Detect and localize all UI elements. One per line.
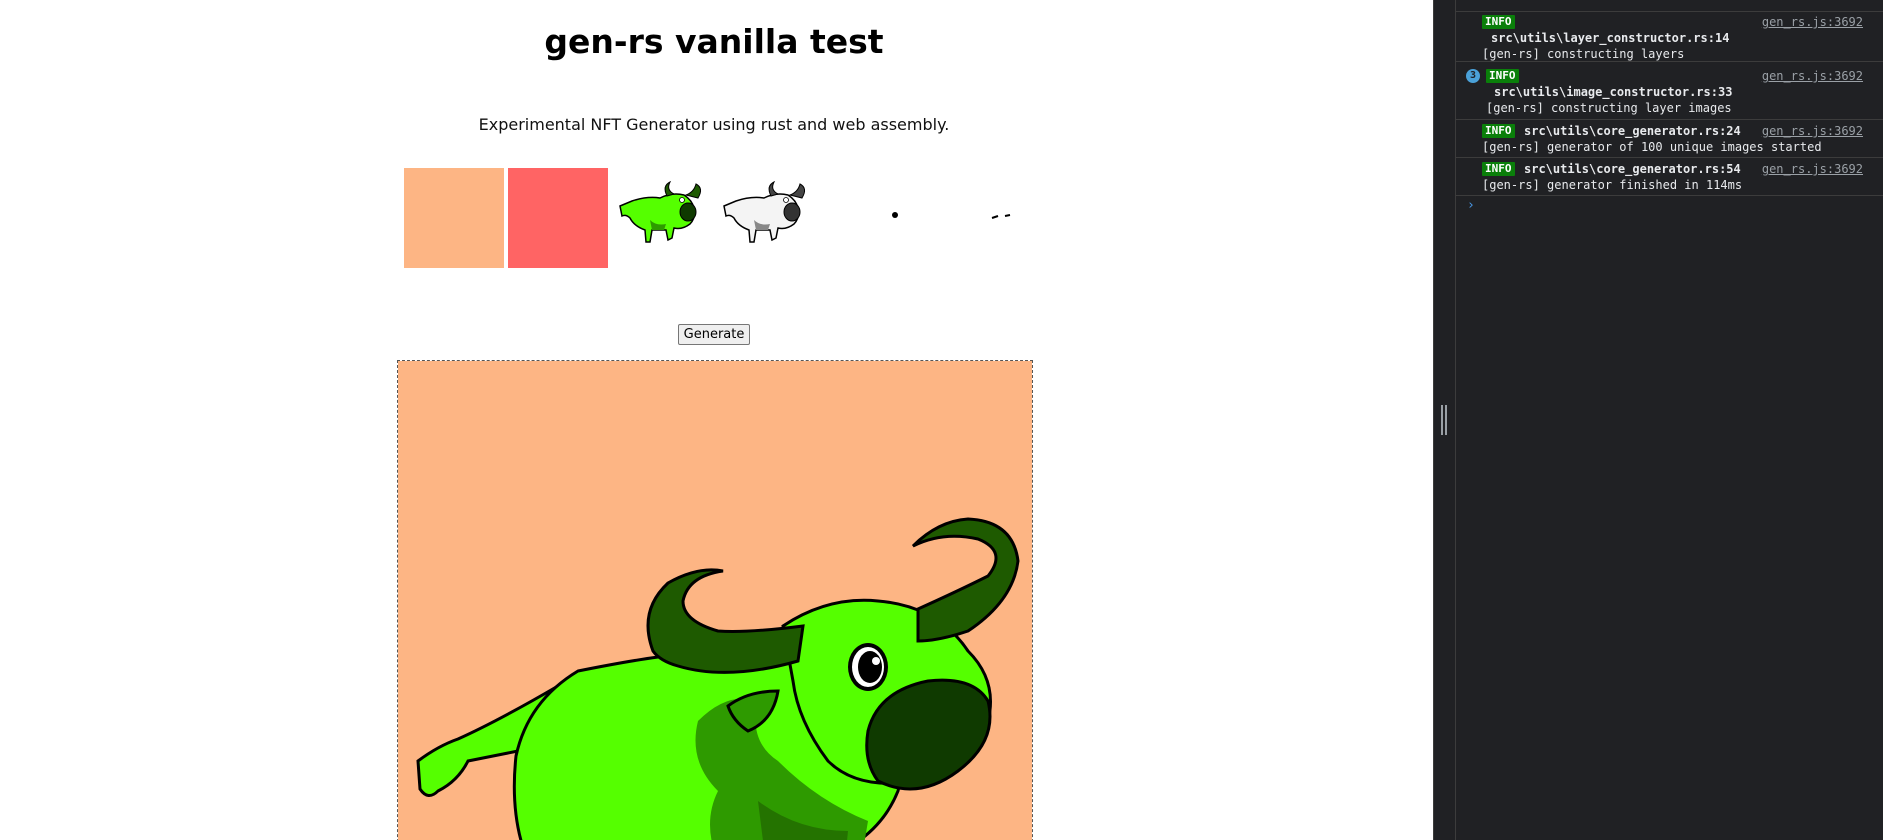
log-level-badge: INFO	[1486, 69, 1519, 83]
layer-green-bull	[612, 168, 712, 268]
repeat-count-badge: 3	[1466, 69, 1480, 83]
log-level-badge: INFO	[1482, 15, 1515, 29]
splitter-handle[interactable]	[1441, 405, 1447, 435]
log-source: src\utils\layer_constructor.rs:14	[1491, 31, 1730, 45]
generated-nft-preview	[397, 360, 1033, 840]
source-link[interactable]: gen_rs.js:3692	[1762, 162, 1863, 176]
page-subtitle: Experimental NFT Generator using rust an…	[478, 115, 950, 134]
log-text: [gen-rs] constructing layers	[1482, 47, 1685, 61]
log-text: [gen-rs] generator of 100 unique images …	[1482, 140, 1822, 154]
web-page: gen-rs vanilla test Experimental NFT Gen…	[0, 0, 1433, 840]
log-level-badge: INFO	[1482, 162, 1515, 176]
devtools-splitter[interactable]	[1433, 0, 1455, 840]
page-title: gen-rs vanilla test	[544, 22, 884, 61]
console-message: INFO gen_rs.js:3692 src\utils\layer_cons…	[1456, 12, 1883, 62]
layer-peach-background	[404, 168, 504, 268]
layer-white-bull	[716, 168, 816, 268]
log-source: src\utils\core_generator.rs:54	[1524, 162, 1741, 176]
log-source: src\utils\core_generator.rs:24	[1524, 124, 1741, 138]
generate-button[interactable]: Generate	[678, 324, 750, 345]
console-message: INFO src\utils\core_generator.rs:54 gen_…	[1456, 158, 1883, 196]
source-link[interactable]: gen_rs.js:3692	[1762, 15, 1863, 29]
log-text: [gen-rs] generator finished in 114ms	[1482, 178, 1743, 192]
log-level-badge: INFO	[1482, 124, 1515, 138]
layer-eyebrows	[954, 168, 1054, 268]
layer-red-background	[508, 168, 608, 268]
devtools-console: INFO gen_rs.js:3692 src\utils\layer_cons…	[1455, 0, 1883, 840]
log-source: src\utils\image_constructor.rs:33	[1494, 85, 1733, 99]
log-text: [gen-rs] constructing layer images	[1486, 101, 1732, 115]
source-link[interactable]: gen_rs.js:3692	[1762, 124, 1863, 138]
layer-eye	[850, 168, 950, 268]
console-message: 3 INFO gen_rs.js:3692 src\utils\image_co…	[1456, 62, 1883, 120]
console-toolbar	[1456, 0, 1883, 12]
source-link[interactable]: gen_rs.js:3692	[1762, 69, 1863, 83]
console-prompt-icon[interactable]: ›	[1467, 198, 1475, 213]
console-message: INFO src\utils\core_generator.rs:24 gen_…	[1456, 120, 1883, 158]
